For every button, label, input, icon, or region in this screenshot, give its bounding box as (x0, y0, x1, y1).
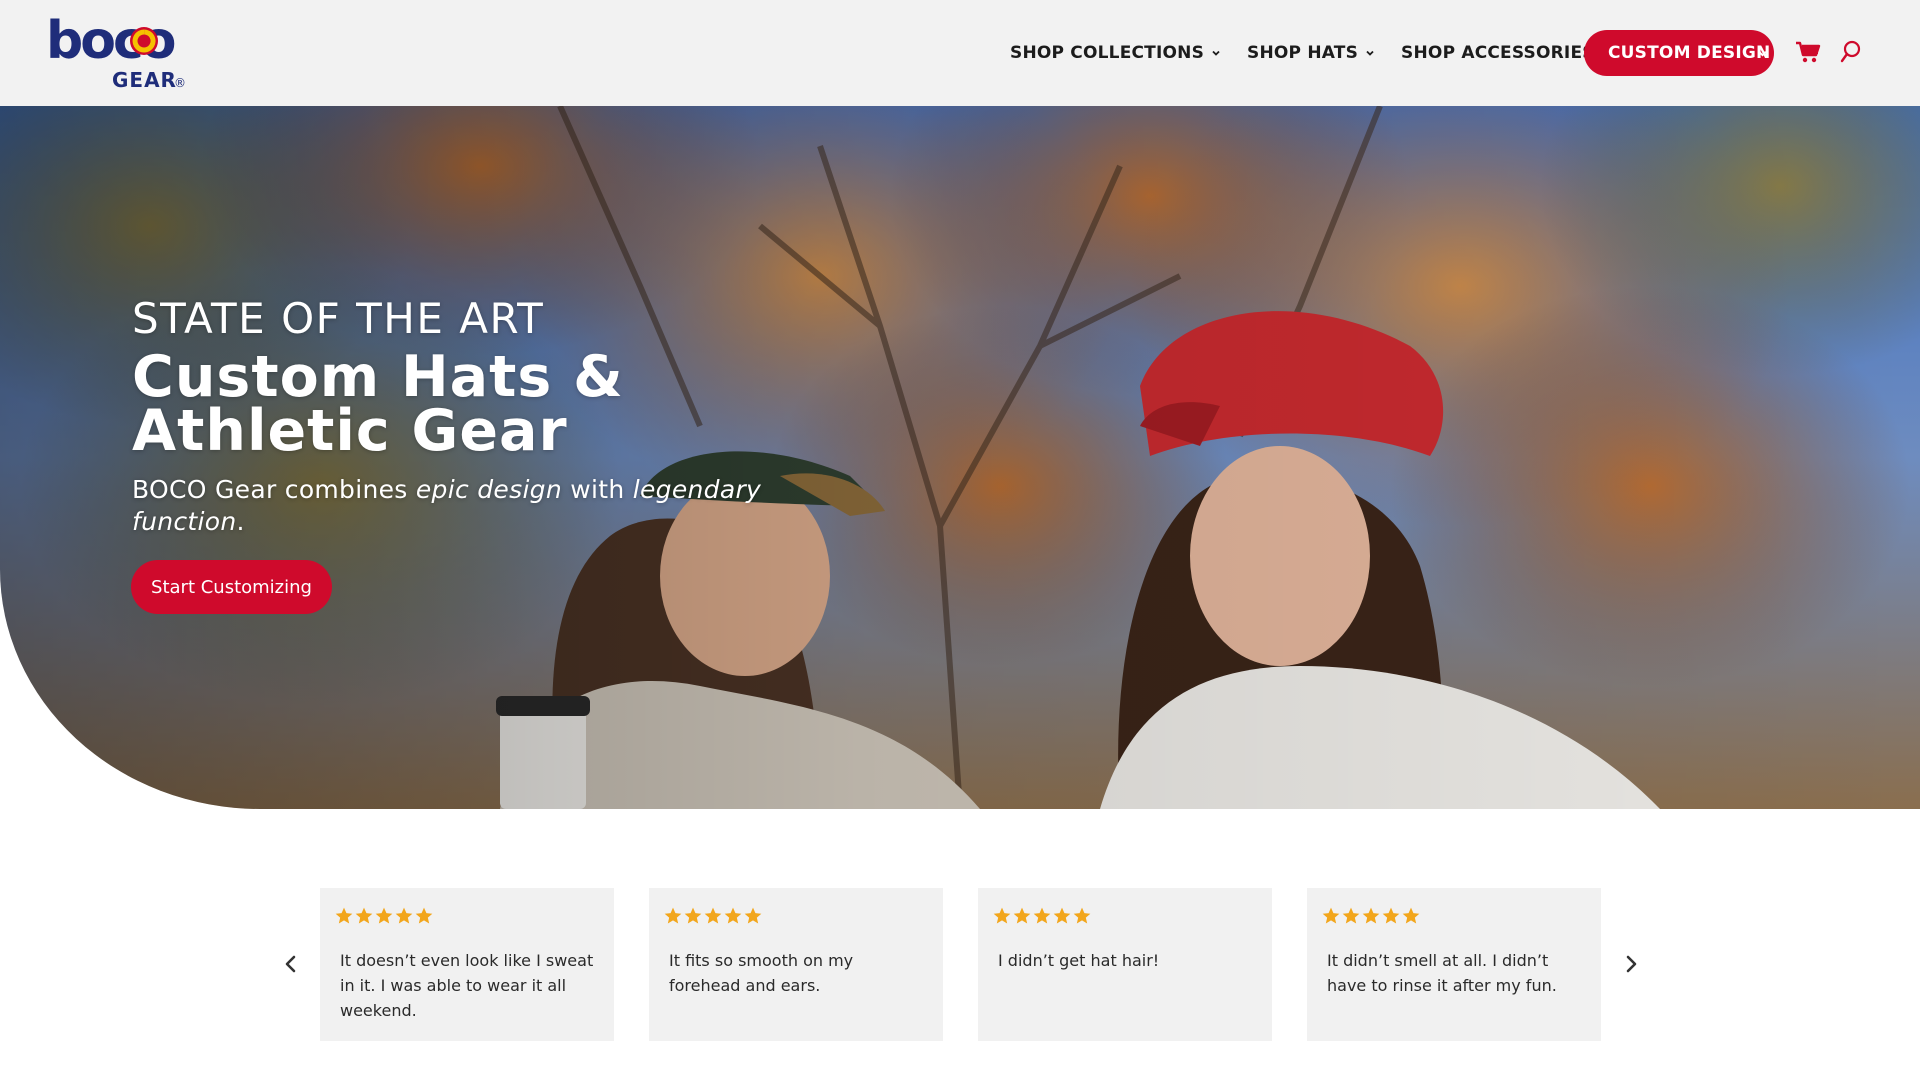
star-icon (1322, 907, 1340, 924)
star-icon (1342, 907, 1360, 924)
review-text: It doesn’t even look like I sweat in it.… (340, 951, 594, 1020)
custom-design-button[interactable]: CUSTOM DESIGN (1584, 30, 1774, 76)
chevron-down-icon (1366, 50, 1374, 56)
star-icon (375, 907, 393, 924)
review-card: It fits so smooth on my forehead and ear… (649, 888, 943, 1041)
hero-title: Custom Hats & Athletic Gear (132, 344, 624, 464)
review-card: It doesn’t even look like I sweat in it.… (320, 888, 614, 1041)
review-card: I didn’t get hat hair! (978, 888, 1272, 1041)
star-icon (684, 907, 702, 924)
main-nav: SHOP COLLECTIONS SHOP HATS SHOP ACCESSOR… (1010, 38, 1638, 68)
star-icon (744, 907, 762, 924)
cart-icon[interactable] (1795, 40, 1821, 64)
chevron-down-icon (1758, 51, 1767, 57)
star-icon (704, 907, 722, 924)
hero-subtitle: BOCO Gear combines epic design with lege… (132, 474, 812, 538)
search-icon[interactable] (1840, 40, 1862, 64)
star-rating (334, 906, 600, 926)
hero-sub-part1: BOCO Gear combines (132, 475, 416, 504)
star-icon (1382, 907, 1400, 924)
nav-shop-collections-label: SHOP COLLECTIONS (1010, 43, 1205, 63)
nav-shop-collections[interactable]: SHOP COLLECTIONS (1010, 43, 1221, 63)
review-text: I didn’t get hat hair! (998, 951, 1160, 970)
logo-trademark: ® (174, 76, 186, 90)
star-icon (664, 907, 682, 924)
star-icon (335, 907, 353, 924)
nav-shop-accessories-label: SHOP ACCESSORIES (1401, 43, 1595, 63)
star-icon (1073, 907, 1091, 924)
star-icon (1362, 907, 1380, 924)
boco-gear-logo[interactable]: boco GEAR ® (44, 14, 204, 94)
chevron-right-icon[interactable] (1620, 950, 1642, 978)
review-text: It didn’t smell at all. I didn’t have to… (1327, 951, 1557, 995)
star-icon (415, 907, 433, 924)
star-icon (1402, 907, 1420, 924)
start-customizing-button[interactable]: Start Customizing (131, 560, 332, 614)
nav-shop-hats[interactable]: SHOP HATS (1247, 43, 1375, 63)
hero-banner: STATE OF THE ART Custom Hats & Athletic … (0, 106, 1920, 809)
chevron-down-icon (1212, 50, 1220, 56)
review-card: It didn’t smell at all. I didn’t have to… (1307, 888, 1601, 1041)
star-icon (1053, 907, 1071, 924)
star-rating (992, 906, 1258, 926)
review-text: It fits so smooth on my forehead and ear… (669, 951, 854, 995)
star-icon (395, 907, 413, 924)
site-header: boco GEAR ® SHOP COLLECTIONS SHOP HATS S… (0, 0, 1920, 106)
hero-sub-em1: epic design (415, 475, 562, 504)
logo-subtext: GEAR (112, 68, 177, 92)
custom-design-label: CUSTOM DESIGN (1608, 43, 1771, 63)
star-icon (724, 907, 742, 924)
chevron-left-icon[interactable] (280, 950, 302, 978)
star-rating (663, 906, 929, 926)
star-icon (355, 907, 373, 924)
hero-eyebrow: STATE OF THE ART (132, 294, 545, 343)
hero-sub-part3: . (236, 507, 245, 536)
star-rating (1321, 906, 1587, 926)
star-icon (1013, 907, 1031, 924)
nav-shop-hats-label: SHOP HATS (1247, 43, 1359, 63)
hero-sub-part2: with (562, 475, 633, 504)
star-icon (993, 907, 1011, 924)
star-icon (1033, 907, 1051, 924)
reviews-carousel: It doesn’t even look like I sweat in it.… (0, 860, 1920, 1060)
nav-shop-accessories[interactable]: SHOP ACCESSORIES (1401, 43, 1612, 63)
